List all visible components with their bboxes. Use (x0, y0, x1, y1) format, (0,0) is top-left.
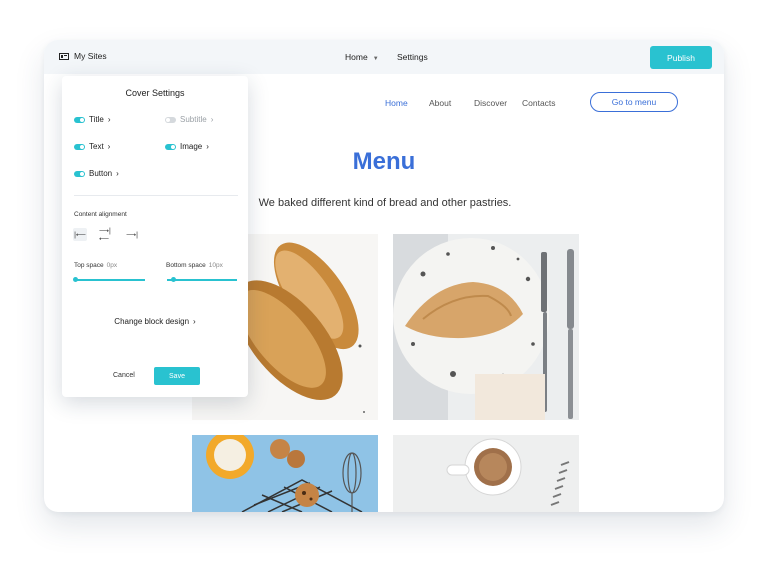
cookies-photo (192, 435, 378, 512)
home-dropdown[interactable]: Home ▼ (345, 52, 379, 62)
content-alignment-label: Content alignment (74, 211, 127, 218)
site-nav-about[interactable]: About (429, 98, 451, 108)
coffee-photo (393, 435, 579, 512)
align-center-icon[interactable]: ⟶|⟵ (99, 228, 113, 243)
site-nav-contacts[interactable]: Contacts (522, 98, 556, 108)
sites-icon (59, 52, 69, 60)
toggle-text[interactable]: Text › (74, 142, 110, 151)
toggle-title[interactable]: Title › (74, 115, 111, 124)
go-to-menu-button[interactable]: Go to menu (590, 92, 678, 112)
home-dropdown-label: Home (345, 52, 368, 62)
croissant-photo (393, 234, 579, 420)
bottom-space-value: 10px (208, 262, 223, 269)
align-right-icon[interactable]: ⟶| (125, 228, 139, 241)
toggle-switch[interactable] (74, 116, 85, 123)
editor-topbar: My Sites Home ▼ Settings Publish (44, 40, 724, 74)
chevron-right-icon: › (206, 142, 209, 151)
toggle-subtitle-label: Subtitle (180, 115, 207, 124)
change-block-design-label: Change block design (114, 317, 190, 326)
top-space-slider-handle[interactable] (73, 277, 78, 282)
top-space-slider[interactable] (75, 279, 145, 281)
page-title: Menu (352, 148, 416, 175)
cancel-button[interactable]: Cancel (113, 372, 135, 379)
toggle-switch[interactable] (165, 116, 176, 123)
top-space-label-text: Top space (74, 262, 104, 269)
toggle-image[interactable]: Image › (165, 142, 209, 151)
site-nav-home[interactable]: Home (385, 98, 408, 108)
toggle-switch[interactable] (74, 170, 85, 177)
chevron-right-icon: › (210, 115, 214, 124)
align-left-icon[interactable]: |⟵ (73, 228, 87, 241)
toggle-text-label: Text (89, 142, 104, 151)
toggle-switch[interactable] (165, 143, 176, 150)
bottom-space-label: Bottom space 10px (166, 262, 223, 269)
settings-link[interactable]: Settings (397, 52, 428, 62)
chevron-right-icon: › (193, 317, 196, 326)
panel-title: Cover Settings (125, 88, 185, 98)
chevron-right-icon: › (107, 115, 111, 124)
toggle-image-label: Image (180, 142, 203, 151)
publish-button[interactable]: Publish (650, 46, 712, 69)
top-space-value: 0px (106, 262, 118, 269)
bottom-space-slider-handle[interactable] (171, 277, 176, 282)
toggle-switch[interactable] (74, 143, 85, 150)
my-sites-label: My Sites (74, 51, 107, 61)
top-space-label: Top space 0px (74, 262, 117, 269)
bottom-space-label-text: Bottom space (166, 262, 206, 269)
save-button[interactable]: Save (154, 367, 200, 385)
toggle-subtitle[interactable]: Subtitle › (165, 115, 213, 124)
toggle-button-label: Button (89, 169, 113, 178)
toggle-title-label: Title (89, 115, 104, 124)
panel-divider (74, 195, 238, 196)
page-subtitle: We baked different kind of bread and oth… (258, 197, 512, 209)
site-nav-discover[interactable]: Discover (474, 98, 507, 108)
chevron-right-icon: › (116, 169, 119, 178)
cover-settings-panel: Cover Settings Title › Subtitle › Text ›… (62, 76, 248, 397)
chevron-down-icon: ▼ (372, 56, 379, 62)
change-block-design-link[interactable]: Change block design › (62, 317, 248, 326)
bottom-space-slider[interactable] (167, 279, 237, 281)
chevron-right-icon: › (107, 142, 111, 151)
toggle-button[interactable]: Button › (74, 169, 119, 178)
my-sites-link[interactable]: My Sites (59, 51, 107, 61)
